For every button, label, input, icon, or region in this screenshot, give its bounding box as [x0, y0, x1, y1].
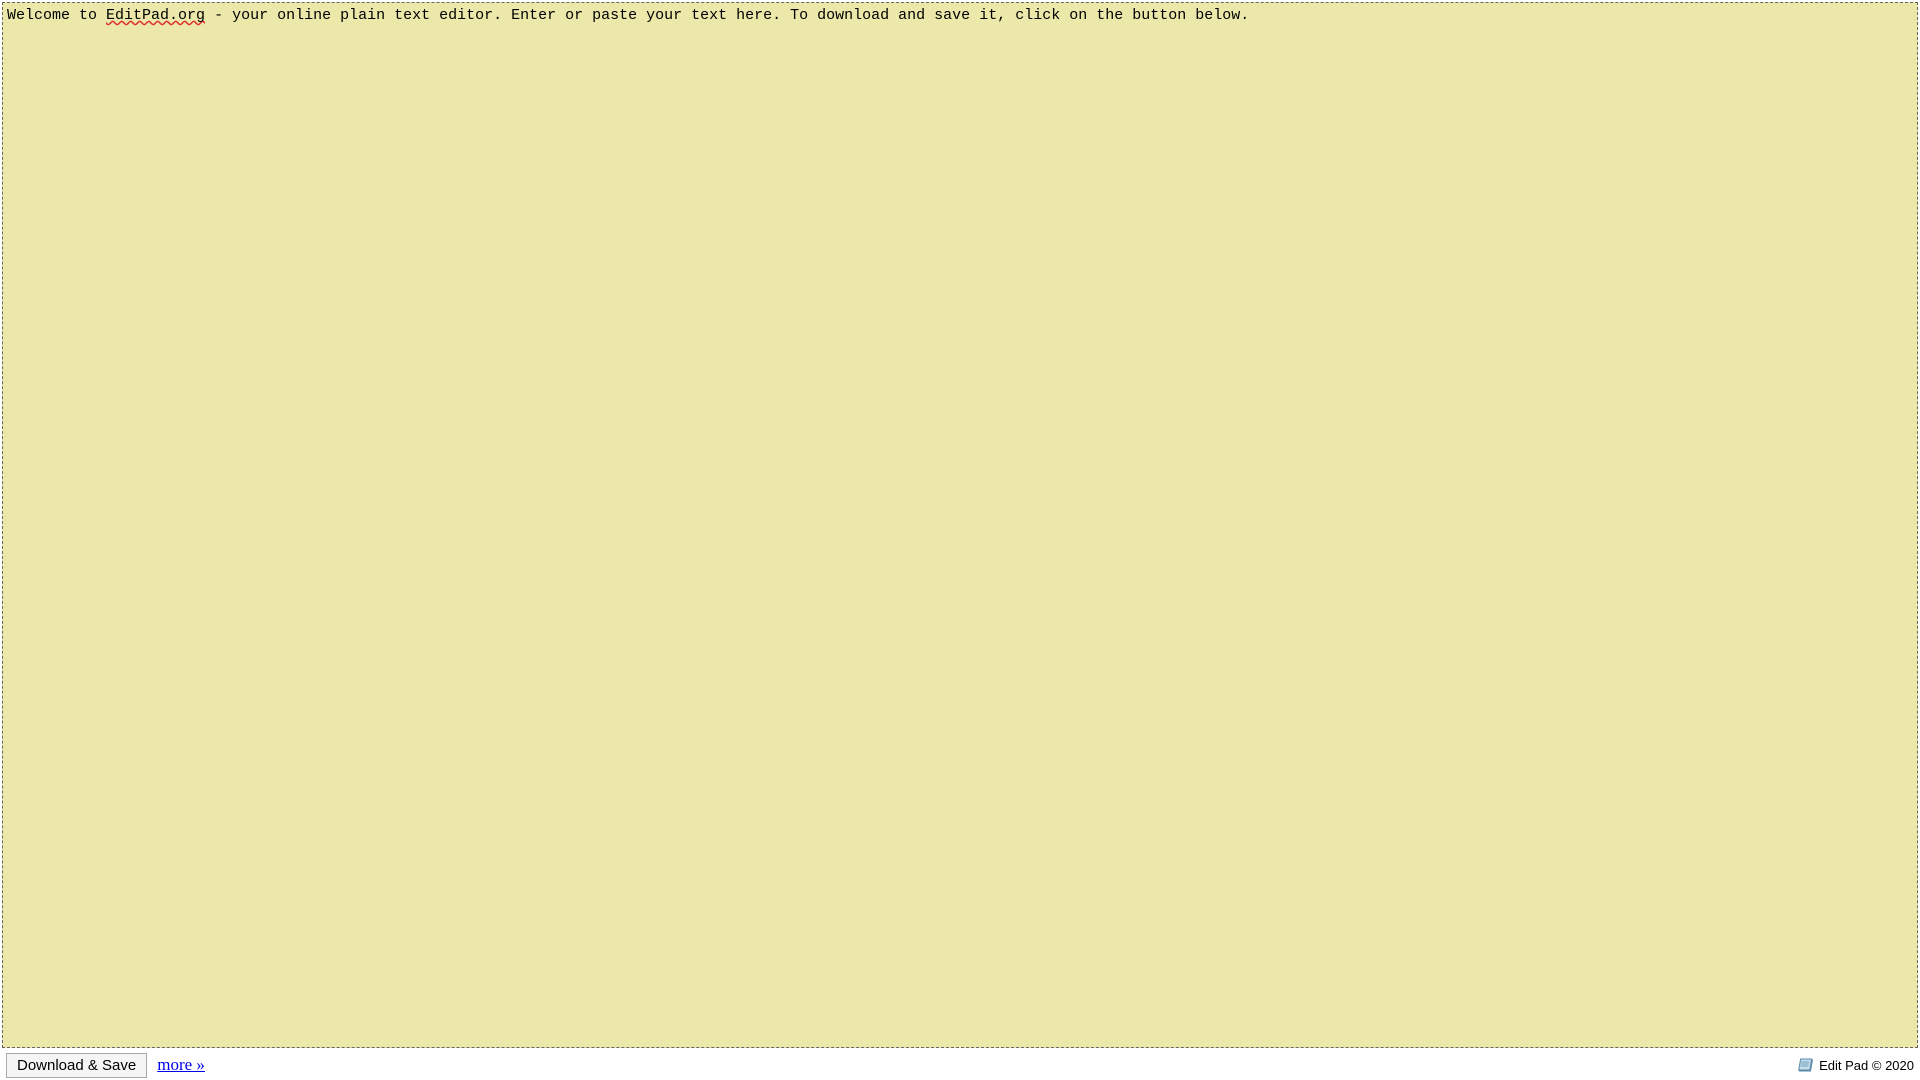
editor-text-spellchecked: EditPad.org — [106, 7, 205, 24]
notepad-icon — [1797, 1057, 1815, 1073]
download-save-button[interactable]: Download & Save — [6, 1053, 147, 1078]
editor-text-prefix: Welcome to — [7, 7, 106, 24]
text-editor-area[interactable]: Welcome to EditPad.org - your online pla… — [2, 2, 1918, 1048]
editor-content: Welcome to EditPad.org - your online pla… — [7, 7, 1249, 24]
editor-text-suffix: - your online plain text editor. Enter o… — [205, 7, 1249, 24]
bottom-toolbar: Download & Save more » Edit Pad © 2020 — [0, 1050, 1920, 1080]
toolbar-right: Edit Pad © 2020 — [1797, 1057, 1914, 1073]
footer-copyright: Edit Pad © 2020 — [1819, 1058, 1914, 1073]
toolbar-left: Download & Save more » — [6, 1053, 205, 1078]
more-link[interactable]: more » — [157, 1055, 205, 1075]
